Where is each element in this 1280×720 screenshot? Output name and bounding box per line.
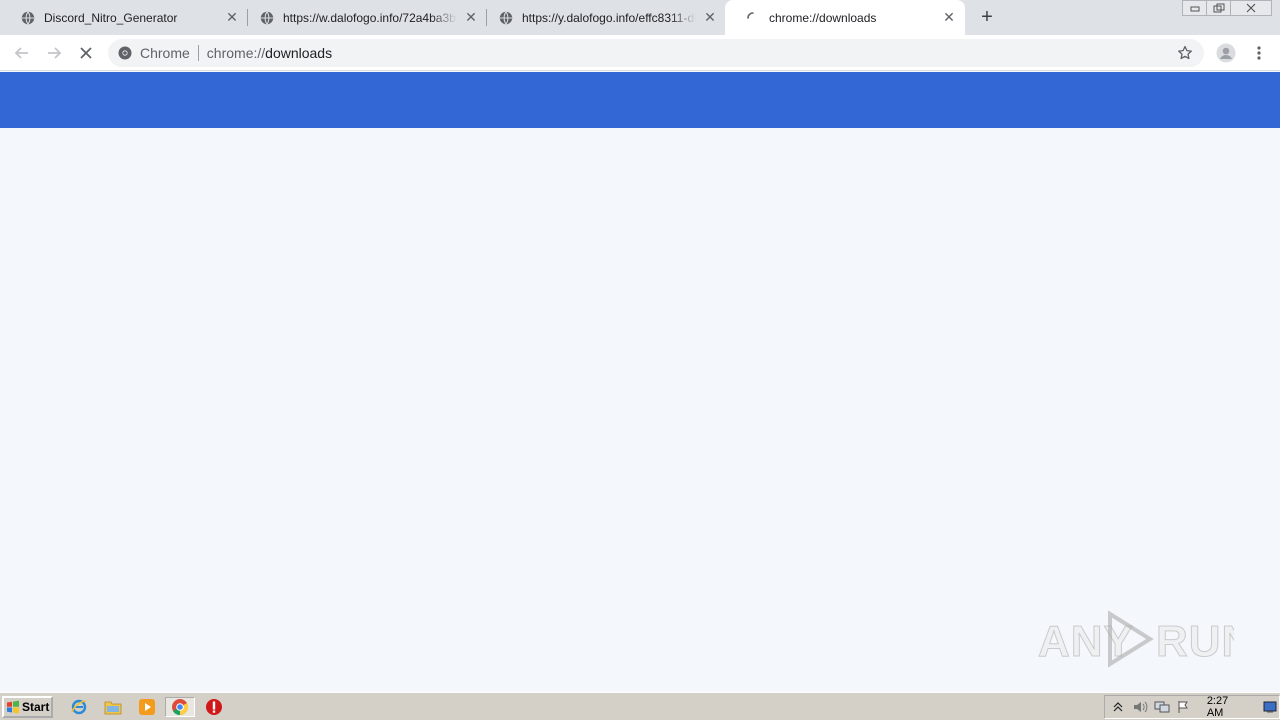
network-icon[interactable] [1153,698,1171,716]
profile-button[interactable] [1214,41,1238,65]
browser-toolbar: Chrome chrome:// downloads [0,35,1280,71]
close-tab-icon[interactable]: ✕ [702,9,718,26]
forward-button[interactable] [42,41,66,65]
anyrun-watermark: ANY RUN [1038,608,1234,670]
media-player-icon[interactable] [136,697,158,717]
close-tab-icon[interactable]: ✕ [463,9,479,26]
globe-icon [20,10,36,26]
url-scheme: chrome:// [206,45,266,61]
svg-text:RUN: RUN [1156,617,1234,666]
tab-title: Discord_Nitro_Generator [44,10,178,25]
show-hidden-icons-icon[interactable] [1109,698,1127,716]
stop-loading-button[interactable] [74,41,98,65]
show-desktop-icon[interactable] [1261,698,1279,716]
chip-label: Chrome [140,45,190,61]
tab-dalofogo-y[interactable]: https://y.dalofogo.info/effc8311-d6 ✕ [478,0,726,35]
stop-x-icon [80,47,92,59]
window-controls [1182,0,1272,17]
tab-downloads[interactable]: chrome://downloads ✕ [725,0,965,35]
url-host: downloads [265,45,333,61]
loading-spinner-icon [745,10,761,26]
system-tray: 2:27 AM [1104,695,1280,719]
avatar-icon [1216,43,1236,63]
stop-sign-icon[interactable] [203,697,225,717]
globe-icon [259,10,275,26]
chrome-logo-icon [118,46,132,60]
start-label: Start [22,700,50,714]
restore-button[interactable] [1206,0,1231,16]
taskbar-clock[interactable]: 2:27 AM [1207,695,1247,719]
menu-button[interactable] [1247,41,1271,65]
close-window-button[interactable] [1230,0,1272,16]
new-tab-button[interactable]: + [977,6,997,28]
chrome-taskbar-icon[interactable] [165,697,195,717]
security-chip[interactable]: Chrome [118,45,190,61]
file-explorer-icon[interactable] [102,697,124,717]
tab-dalofogo-w[interactable]: https://w.dalofogo.info/72a4ba3b-0 ✕ [239,0,487,35]
kebab-menu-icon [1257,46,1261,60]
downloads-header-bar [0,72,1280,128]
windows-taskbar: Start 2:27 AM [0,692,1280,720]
forward-arrow-icon [48,47,62,59]
address-bar[interactable]: Chrome chrome:// downloads [108,39,1204,67]
close-tab-icon[interactable]: ✕ [941,9,957,26]
back-button[interactable] [10,41,34,65]
back-arrow-icon [14,47,28,59]
action-center-flag-icon[interactable] [1175,698,1193,716]
omnibox-divider [197,45,199,61]
internet-explorer-icon[interactable] [68,697,90,717]
windows-flag-icon [7,700,19,714]
tab-discord-nitro[interactable]: Discord_Nitro_Generator ✕ [0,0,248,35]
minimize-button[interactable] [1182,0,1207,16]
tab-title: chrome://downloads [769,10,877,25]
bookmark-star-icon[interactable] [1176,44,1194,62]
tab-title: https://y.dalofogo.info/effc8311-d6 [522,10,696,25]
start-button[interactable]: Start [2,696,53,718]
tab-strip: Discord_Nitro_Generator ✕ https://w.dalo… [0,0,1280,35]
globe-icon [498,10,514,26]
tab-title: https://w.dalofogo.info/72a4ba3b-0 [283,10,457,25]
close-tab-icon[interactable]: ✕ [224,9,240,26]
volume-icon[interactable] [1131,698,1149,716]
